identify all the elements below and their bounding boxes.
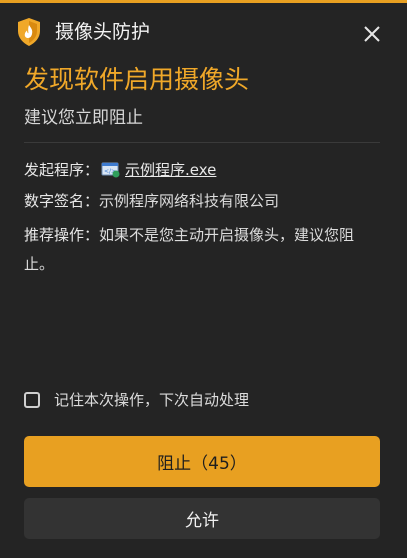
camera-protection-dialog: 摄像头防护 发现软件启用摄像头 建议您立即阻止 发起程序： </> 示例程序.e… [0, 0, 407, 558]
alert-headline: 发现软件启用摄像头 [24, 65, 250, 94]
advice-label: 推荐操作： [24, 226, 100, 244]
remember-label: 记住本次操作，下次自动处理 [54, 391, 250, 409]
signature-row: 数字签名：示例程序网络科技有限公司 [24, 190, 279, 212]
title-bar: 摄像头防护 [0, 3, 407, 59]
window-title: 摄像头防护 [55, 21, 151, 43]
program-name-link[interactable]: 示例程序.exe [125, 161, 216, 179]
block-button[interactable]: 阻止（45） [24, 436, 380, 487]
exe-file-icon: </> [101, 162, 120, 178]
remember-choice-checkbox-row[interactable]: 记住本次操作，下次自动处理 [24, 388, 249, 412]
shield-icon [18, 18, 40, 46]
signature-value: 示例程序网络科技有限公司 [99, 192, 280, 210]
advice-row: 推荐操作：如果不是您主动开启摄像头，建议您阻止。 [24, 221, 380, 279]
alert-subline: 建议您立即阻止 [24, 108, 143, 128]
program-label: 发起程序： [24, 161, 100, 179]
program-row: 发起程序： </> 示例程序.exe [24, 159, 216, 181]
divider [24, 142, 380, 143]
close-icon[interactable] [358, 20, 386, 48]
signature-label: 数字签名： [24, 192, 100, 210]
allow-button[interactable]: 允许 [24, 498, 380, 539]
remember-checkbox[interactable] [24, 392, 40, 408]
